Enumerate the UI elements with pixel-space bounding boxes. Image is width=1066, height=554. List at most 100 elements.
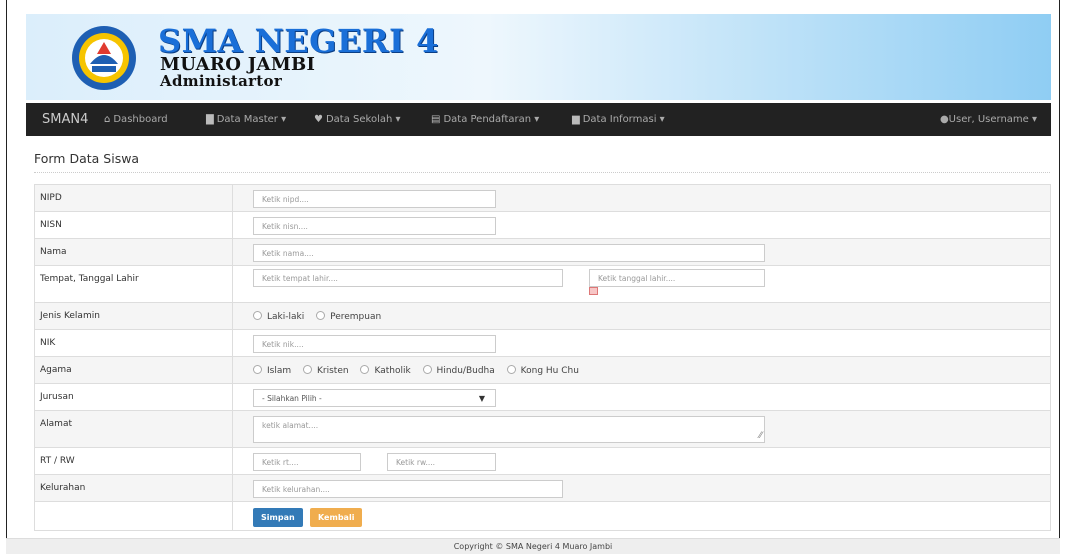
user-icon: ● (939, 114, 949, 125)
save-button[interactable]: Simpan (253, 508, 303, 527)
radio-kong-hu-chu[interactable]: Kong Hu Chu (506, 365, 579, 376)
label-rt-rw: RT / RW (34, 447, 233, 475)
label-jurusan: Jurusan (34, 383, 233, 411)
field-cell: Ketik kelurahan.... (232, 474, 1051, 502)
nav-item-label: Data Sekolah ▾ (325, 114, 401, 125)
nav-item-data-sekolah[interactable]: ♥ Data Sekolah ▾ (314, 114, 401, 125)
field-cell: Simpan Kembali (232, 501, 1051, 531)
label-nipd: NIPD (34, 184, 233, 212)
back-button[interactable]: Kembali (310, 508, 363, 527)
radio-label: Katholik (374, 366, 411, 376)
rt-input[interactable]: Ketik rt.... (253, 453, 361, 471)
radio-katholik[interactable]: Katholik (360, 365, 411, 376)
label-alamat: Alamat (34, 410, 233, 448)
nama-input[interactable]: Ketik nama.... (253, 244, 765, 262)
radio-kristen[interactable]: Kristen (303, 365, 349, 376)
kelurahan-input[interactable]: Ketik kelurahan.... (253, 480, 563, 498)
nik-input[interactable]: Ketik nik.... (253, 335, 496, 353)
radio-icon (253, 365, 262, 374)
field-cell: Ketik tempat lahir.... Ketik tanggal lah… (232, 265, 1051, 303)
row-actions: Simpan Kembali (34, 501, 1051, 531)
label-nama: Nama (34, 238, 233, 266)
user-menu-label: User, Username ▾ (948, 114, 1037, 125)
row-kelurahan: Kelurahan Ketik kelurahan.... (34, 474, 1051, 502)
nav-item-label: Data Informasi ▾ (582, 114, 665, 125)
map-marker-icon: ♥ (314, 114, 323, 125)
student-form-table: NIPD Ketik nipd.... NISN Ketik nisn.... … (34, 184, 1051, 531)
field-cell: Ketik nisn.... (232, 211, 1051, 239)
home-icon: ⌂ (104, 114, 111, 125)
agama-radio-group: Islam Kristen Katholik Hindu/Budha Kong … (253, 365, 588, 376)
footer: Copyright © SMA Negeri 4 Muaro Jambi (6, 538, 1060, 554)
label-agama: Agama (34, 356, 233, 384)
row-nipd: NIPD Ketik nipd.... (34, 184, 1051, 212)
row-nisn: NISN Ketik nisn.... (34, 211, 1051, 239)
label-nisn: NISN (34, 211, 233, 239)
nav-item-label: Data Pendaftaran ▾ (443, 114, 540, 125)
row-jenis-kelamin: Jenis Kelamin Laki-laki Perempuan (34, 302, 1051, 330)
radio-label: Laki-laki (267, 312, 305, 322)
header-banner: SMA NEGERI 4 MUARO JAMBI Administartor (26, 14, 1051, 100)
radio-icon (316, 311, 326, 320)
nav-item-data-master[interactable]: ▇ Data Master ▾ (206, 114, 286, 125)
radio-icon (360, 365, 370, 374)
nav-item-data-pendaftaran[interactable]: ▤ Data Pendaftaran ▾ (431, 114, 539, 125)
field-cell: - Silahkan Pilih - ▼ (232, 383, 1051, 411)
label-kelurahan: Kelurahan (34, 474, 233, 502)
radio-icon (303, 365, 313, 374)
school-name: SMA NEGERI 4 (158, 22, 439, 60)
radio-perempuan[interactable]: Perempuan (316, 311, 382, 322)
user-role: Administartor (160, 72, 283, 90)
alamat-placeholder: ketik alamat.... (262, 421, 319, 430)
radio-label: Islam (267, 366, 292, 376)
radio-hindu-budha[interactable]: Hindu/Budha (422, 365, 495, 376)
field-cell: Ketik rt.... Ketik rw.... (232, 447, 1051, 475)
user-menu[interactable]: ●User, Username ▾ (940, 114, 1037, 125)
file-icon: ▆ (572, 114, 580, 125)
radio-laki-laki[interactable]: Laki-laki (253, 311, 305, 322)
row-jurusan: Jurusan - Silahkan Pilih - ▼ (34, 383, 1051, 411)
field-cell: Islam Kristen Katholik Hindu/Budha Kong … (232, 356, 1051, 384)
row-alamat: Alamat ketik alamat.... ⁄⁄ (34, 410, 1051, 448)
top-navbar: SMAN4 ⌂ Dashboard ▇ Data Master ▾ ♥ Data Se… (26, 103, 1051, 136)
row-nik: NIK Ketik nik.... (34, 329, 1051, 357)
book-icon: ▇ (206, 114, 214, 125)
field-cell: ketik alamat.... ⁄⁄ (232, 410, 1051, 448)
nipd-input[interactable]: Ketik nipd.... (253, 190, 496, 208)
tanggal-lahir-input[interactable]: Ketik tanggal lahir.... (589, 269, 765, 287)
row-agama: Agama Islam Kristen Katholik Hindu/Budha… (34, 356, 1051, 384)
tempat-lahir-input[interactable]: Ketik tempat lahir.... (253, 269, 563, 287)
list-icon: ▤ (431, 114, 441, 125)
alamat-textarea[interactable]: ketik alamat.... ⁄⁄ (253, 416, 765, 443)
nav-item-dashboard[interactable]: ⌂ Dashboard (104, 114, 168, 125)
rw-input[interactable]: Ketik rw.... (387, 453, 496, 471)
calendar-icon[interactable] (589, 287, 598, 295)
form-title: Form Data Siswa (34, 151, 140, 166)
radio-label: Hindu/Budha (436, 366, 495, 376)
label-jenis-kelamin: Jenis Kelamin (34, 302, 233, 330)
field-cell: Ketik nama.... (232, 238, 1051, 266)
field-cell: Ketik nik.... (232, 329, 1051, 357)
radio-label: Kristen (317, 366, 349, 376)
radio-icon (506, 365, 516, 374)
school-logo-icon (72, 26, 136, 90)
radio-label: Kong Hu Chu (520, 366, 579, 376)
radio-islam[interactable]: Islam (253, 365, 292, 376)
resize-grip-icon[interactable]: ⁄⁄ (759, 431, 762, 441)
nav-item-label: Data Master ▾ (216, 114, 287, 125)
jurusan-selected-value: - Silahkan Pilih - (262, 394, 322, 403)
row-rt-rw: RT / RW Ketik rt.... Ketik rw.... (34, 447, 1051, 475)
radio-icon (422, 365, 432, 374)
nisn-input[interactable]: Ketik nisn.... (253, 217, 496, 235)
jenis-kelamin-radio-group: Laki-laki Perempuan (253, 311, 390, 322)
label-ttl: Tempat, Tanggal Lahir (34, 265, 233, 303)
nav-item-data-informasi[interactable]: ▆ Data Informasi ▾ (572, 114, 665, 125)
jurusan-select[interactable]: - Silahkan Pilih - ▼ (253, 389, 496, 407)
nav-item-label: Dashboard (113, 114, 168, 125)
label-nik: NIK (34, 329, 233, 357)
row-nama: Nama Ketik nama.... (34, 238, 1051, 266)
radio-icon (253, 311, 262, 320)
radio-label: Perempuan (330, 312, 382, 322)
nav-brand[interactable]: SMAN4 (42, 112, 88, 127)
empty-label-cell (34, 501, 233, 531)
